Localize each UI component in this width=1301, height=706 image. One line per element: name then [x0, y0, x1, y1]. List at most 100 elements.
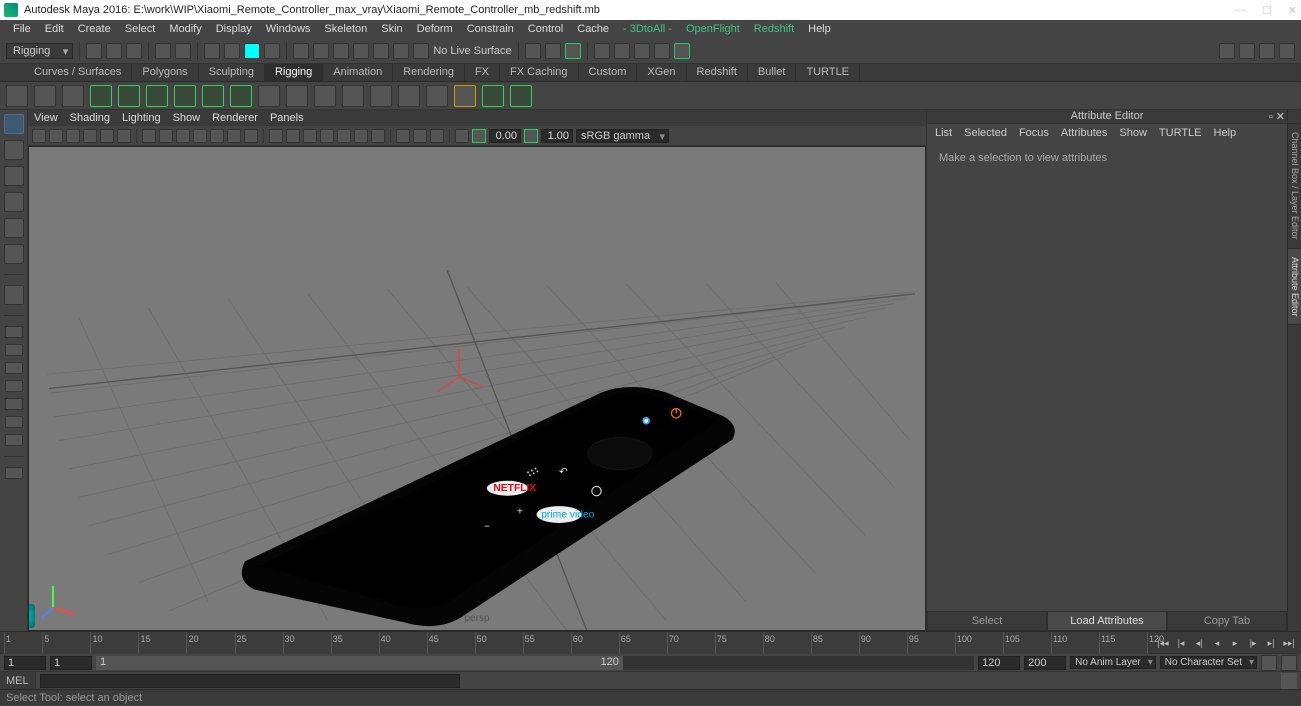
layout-two-stack-icon[interactable]	[5, 380, 23, 392]
shelf-tab-sculpting[interactable]: Sculpting	[199, 64, 265, 81]
scene-object-remote[interactable]: ↶ NETFLIX + prime video −	[209, 327, 759, 627]
shelf-ikspline-icon[interactable]	[62, 85, 84, 107]
shelf-tab-fx[interactable]: FX	[465, 64, 500, 81]
ae-menu-focus[interactable]: Focus	[1019, 127, 1049, 139]
shelf-blendshape-icon[interactable]	[286, 85, 308, 107]
bookmarks-icon[interactable]	[66, 129, 80, 143]
wireframe-icon[interactable]	[269, 129, 283, 143]
xray-icon[interactable]	[413, 129, 427, 143]
layout-four-icon[interactable]	[5, 344, 23, 356]
menu-set-dropdown[interactable]: Rigging	[6, 43, 73, 59]
select-tool-icon[interactable]	[4, 114, 24, 134]
menu-file[interactable]: File	[6, 23, 38, 35]
select-by-object-icon[interactable]	[224, 43, 240, 59]
shelf-tab-custom[interactable]: Custom	[579, 64, 638, 81]
anim-layer-dropdown[interactable]: No Anim Layer	[1070, 656, 1156, 669]
lock-camera-icon[interactable]	[49, 129, 63, 143]
last-tool-icon[interactable]	[4, 285, 24, 305]
shelf-tab-polygons[interactable]: Polygons	[132, 64, 198, 81]
shadows-icon[interactable]	[371, 129, 385, 143]
resolution-gate-icon[interactable]	[176, 129, 190, 143]
menu-control[interactable]: Control	[521, 23, 570, 35]
range-end-outer-field[interactable]: 200	[1024, 656, 1066, 670]
render-setup-icon[interactable]	[674, 43, 690, 59]
make-live-icon[interactable]	[413, 43, 429, 59]
menu-3dtoall[interactable]: - 3DtoAll -	[616, 23, 679, 35]
range-end-inner-field[interactable]: 120	[978, 656, 1020, 670]
isolate-select-icon[interactable]	[396, 129, 410, 143]
scale-tool-icon[interactable]	[4, 244, 24, 264]
select-mask-icon[interactable]	[264, 43, 280, 59]
image-plane-icon[interactable]	[83, 129, 97, 143]
time-slider-track[interactable]: 1510152025303540455055606570758085909510…	[4, 632, 1147, 654]
close-button[interactable]: ✕	[1288, 4, 1297, 17]
shelf-ik-icon[interactable]	[34, 85, 56, 107]
snap-grid-icon[interactable]	[293, 43, 309, 59]
textured-icon[interactable]	[337, 129, 351, 143]
new-scene-icon[interactable]	[86, 43, 102, 59]
shelf-sculpt-icon[interactable]	[398, 85, 420, 107]
exposure-icon[interactable]	[455, 129, 469, 143]
script-lang-button[interactable]: MEL	[0, 672, 36, 689]
minimize-button[interactable]: —	[1235, 4, 1246, 17]
side-tab-toggle-icon[interactable]	[1288, 110, 1301, 124]
ae-load-attributes-button[interactable]: Load Attributes	[1047, 611, 1167, 631]
shelf-nonlinear-icon[interactable]	[342, 85, 364, 107]
range-start-inner-field[interactable]: 1	[50, 656, 92, 670]
panel-layout-4-icon[interactable]	[1279, 43, 1295, 59]
gate-mask-icon[interactable]	[193, 129, 207, 143]
rotate-tool-icon[interactable]	[4, 218, 24, 238]
time-slider[interactable]: 1510152025303540455055606570758085909510…	[0, 631, 1301, 653]
shelf-tab-animation[interactable]: Animation	[323, 64, 393, 81]
use-default-mat-icon[interactable]	[303, 129, 317, 143]
shelf-parent-icon[interactable]	[454, 85, 476, 107]
render-icon[interactable]	[594, 43, 610, 59]
menu-deform[interactable]: Deform	[410, 23, 460, 35]
shelf-wrap-icon[interactable]	[314, 85, 336, 107]
snap-point-icon[interactable]	[333, 43, 349, 59]
ipr-render-icon[interactable]	[614, 43, 630, 59]
auto-key-icon[interactable]	[1261, 655, 1277, 671]
gamma-toggle-icon[interactable]	[472, 129, 486, 143]
xray-joints-icon[interactable]	[430, 129, 444, 143]
play-back-icon[interactable]: ◂	[1209, 635, 1225, 651]
select-camera-icon[interactable]	[32, 129, 46, 143]
menu-skin[interactable]: Skin	[374, 23, 409, 35]
lasso-tool-icon[interactable]	[4, 140, 24, 160]
snap-live-icon[interactable]	[373, 43, 389, 59]
menu-openflight[interactable]: OpenFlight	[679, 23, 747, 35]
shelf-orient-icon[interactable]	[510, 85, 532, 107]
script-editor-icon[interactable]	[1281, 673, 1297, 689]
ae-select-button[interactable]: Select	[927, 611, 1047, 631]
exposure-field[interactable]: 0.00	[489, 129, 521, 143]
panel-menu-show[interactable]: Show	[173, 112, 201, 124]
open-scene-icon[interactable]	[106, 43, 122, 59]
panel-menu-view[interactable]: View	[34, 112, 58, 124]
ae-undock-icon[interactable]: ▫ ✕	[1269, 110, 1285, 123]
panel-layout-3-icon[interactable]	[1259, 43, 1275, 59]
menu-help[interactable]: Help	[801, 23, 838, 35]
shelf-tab-fxcaching[interactable]: FX Caching	[500, 64, 578, 81]
smooth-shade-icon[interactable]	[286, 129, 300, 143]
side-tab-channelbox[interactable]: Channel Box / Layer Editor	[1288, 124, 1301, 249]
ae-menu-turtle[interactable]: TURTLE	[1159, 127, 1202, 139]
step-back-key-icon[interactable]: |◂	[1173, 635, 1189, 651]
move-tool-icon[interactable]	[4, 192, 24, 212]
viewport[interactable]: ↶ NETFLIX + prime video −	[28, 146, 926, 631]
step-forward-icon[interactable]: |▸	[1245, 635, 1261, 651]
shelf-tab-curves[interactable]: Curves / Surfaces	[24, 64, 132, 81]
safe-action-icon[interactable]	[227, 129, 241, 143]
menu-modify[interactable]: Modify	[162, 23, 208, 35]
ae-copy-tab-button[interactable]: Copy Tab	[1167, 611, 1287, 631]
side-tab-attribute-editor[interactable]: Attribute Editor	[1288, 249, 1301, 326]
shelf-tab-xgen[interactable]: XGen	[637, 64, 686, 81]
prefs-icon[interactable]	[1281, 655, 1297, 671]
layout-persp-icon[interactable]	[5, 434, 23, 446]
construction-history-icon[interactable]	[525, 43, 541, 59]
snap-plane-icon[interactable]	[353, 43, 369, 59]
layout-two-side-icon[interactable]	[5, 362, 23, 374]
shelf-tab-turtle[interactable]: TURTLE	[796, 64, 860, 81]
shelf-rigid-icon[interactable]	[202, 85, 224, 107]
panel-layout-2-icon[interactable]	[1239, 43, 1255, 59]
film-gate-icon[interactable]	[159, 129, 173, 143]
